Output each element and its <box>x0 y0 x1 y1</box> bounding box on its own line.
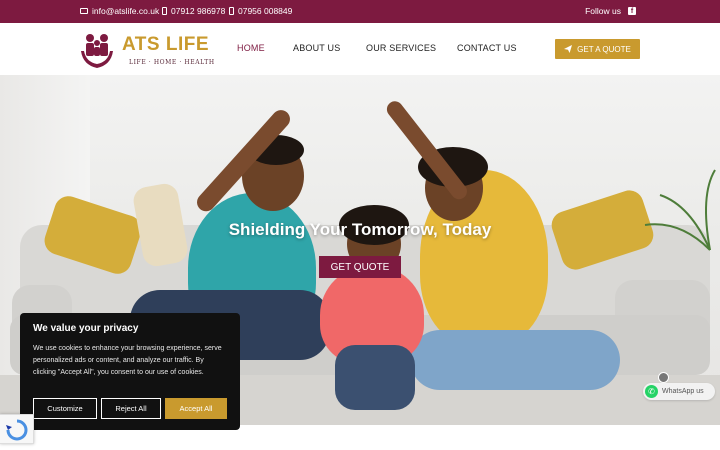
get-a-quote-label: GET A QUOTE <box>577 44 631 54</box>
cookie-title: We value your privacy <box>33 323 139 334</box>
top-bar: info@atslife.co.uk 07912 986978 07956 00… <box>0 0 720 23</box>
cookie-consent-banner: We value your privacy We use cookies to … <box>20 313 240 430</box>
hero-girl-legs <box>335 345 415 410</box>
phone1-link[interactable]: 07912 986978 <box>162 6 225 16</box>
get-a-quote-button[interactable]: GET A QUOTE <box>555 39 640 59</box>
recaptcha-badge[interactable] <box>0 414 34 444</box>
whatsapp-icon: ✆ <box>645 385 658 398</box>
recaptcha-icon <box>6 419 28 441</box>
hero-woman-legs <box>410 330 620 390</box>
email-text: info@atslife.co.uk <box>92 6 160 16</box>
phone-icon <box>162 7 167 15</box>
nav-home[interactable]: HOME <box>237 43 265 53</box>
logo-family-icon[interactable] <box>79 31 115 71</box>
follow-us-label: Follow us <box>585 6 621 16</box>
whatsapp-label: WhatsApp us <box>662 388 704 395</box>
paper-plane-icon <box>564 45 573 53</box>
facebook-icon[interactable]: f <box>628 7 636 15</box>
phone-icon <box>229 7 234 15</box>
phone1-text: 07912 986978 <box>171 6 226 16</box>
site-header: ATS LIFE LIFE · HOME · HEALTH HOME ABOUT… <box>0 23 720 75</box>
accept-all-button[interactable]: Accept All <box>165 398 227 419</box>
email-link[interactable]: info@atslife.co.uk <box>80 6 159 16</box>
whatsapp-agent-avatar <box>658 372 669 383</box>
cookie-text: We use cookies to enhance your browsing … <box>33 345 222 376</box>
logo-title[interactable]: ATS LIFE <box>122 34 209 56</box>
nav-about-us[interactable]: ABOUT US <box>293 43 340 53</box>
phone2-link[interactable]: 07956 008849 <box>229 6 292 16</box>
nav-our-services[interactable]: OUR SERVICES <box>366 43 436 53</box>
hero-title: Shielding Your Tomorrow, Today <box>228 220 492 239</box>
whatsapp-chat-button[interactable]: ✆ WhatsApp us <box>643 383 715 400</box>
hero-get-quote-button[interactable]: GET QUOTE <box>319 256 401 278</box>
customize-button[interactable]: Customize <box>33 398 97 419</box>
logo-tagline: LIFE · HOME · HEALTH <box>129 59 215 66</box>
nav-contact-us[interactable]: CONTACT US <box>457 43 517 53</box>
plant-image <box>644 169 716 251</box>
reject-all-button[interactable]: Reject All <box>101 398 161 419</box>
phone2-text: 07956 008849 <box>238 6 293 16</box>
envelope-icon <box>80 8 88 14</box>
